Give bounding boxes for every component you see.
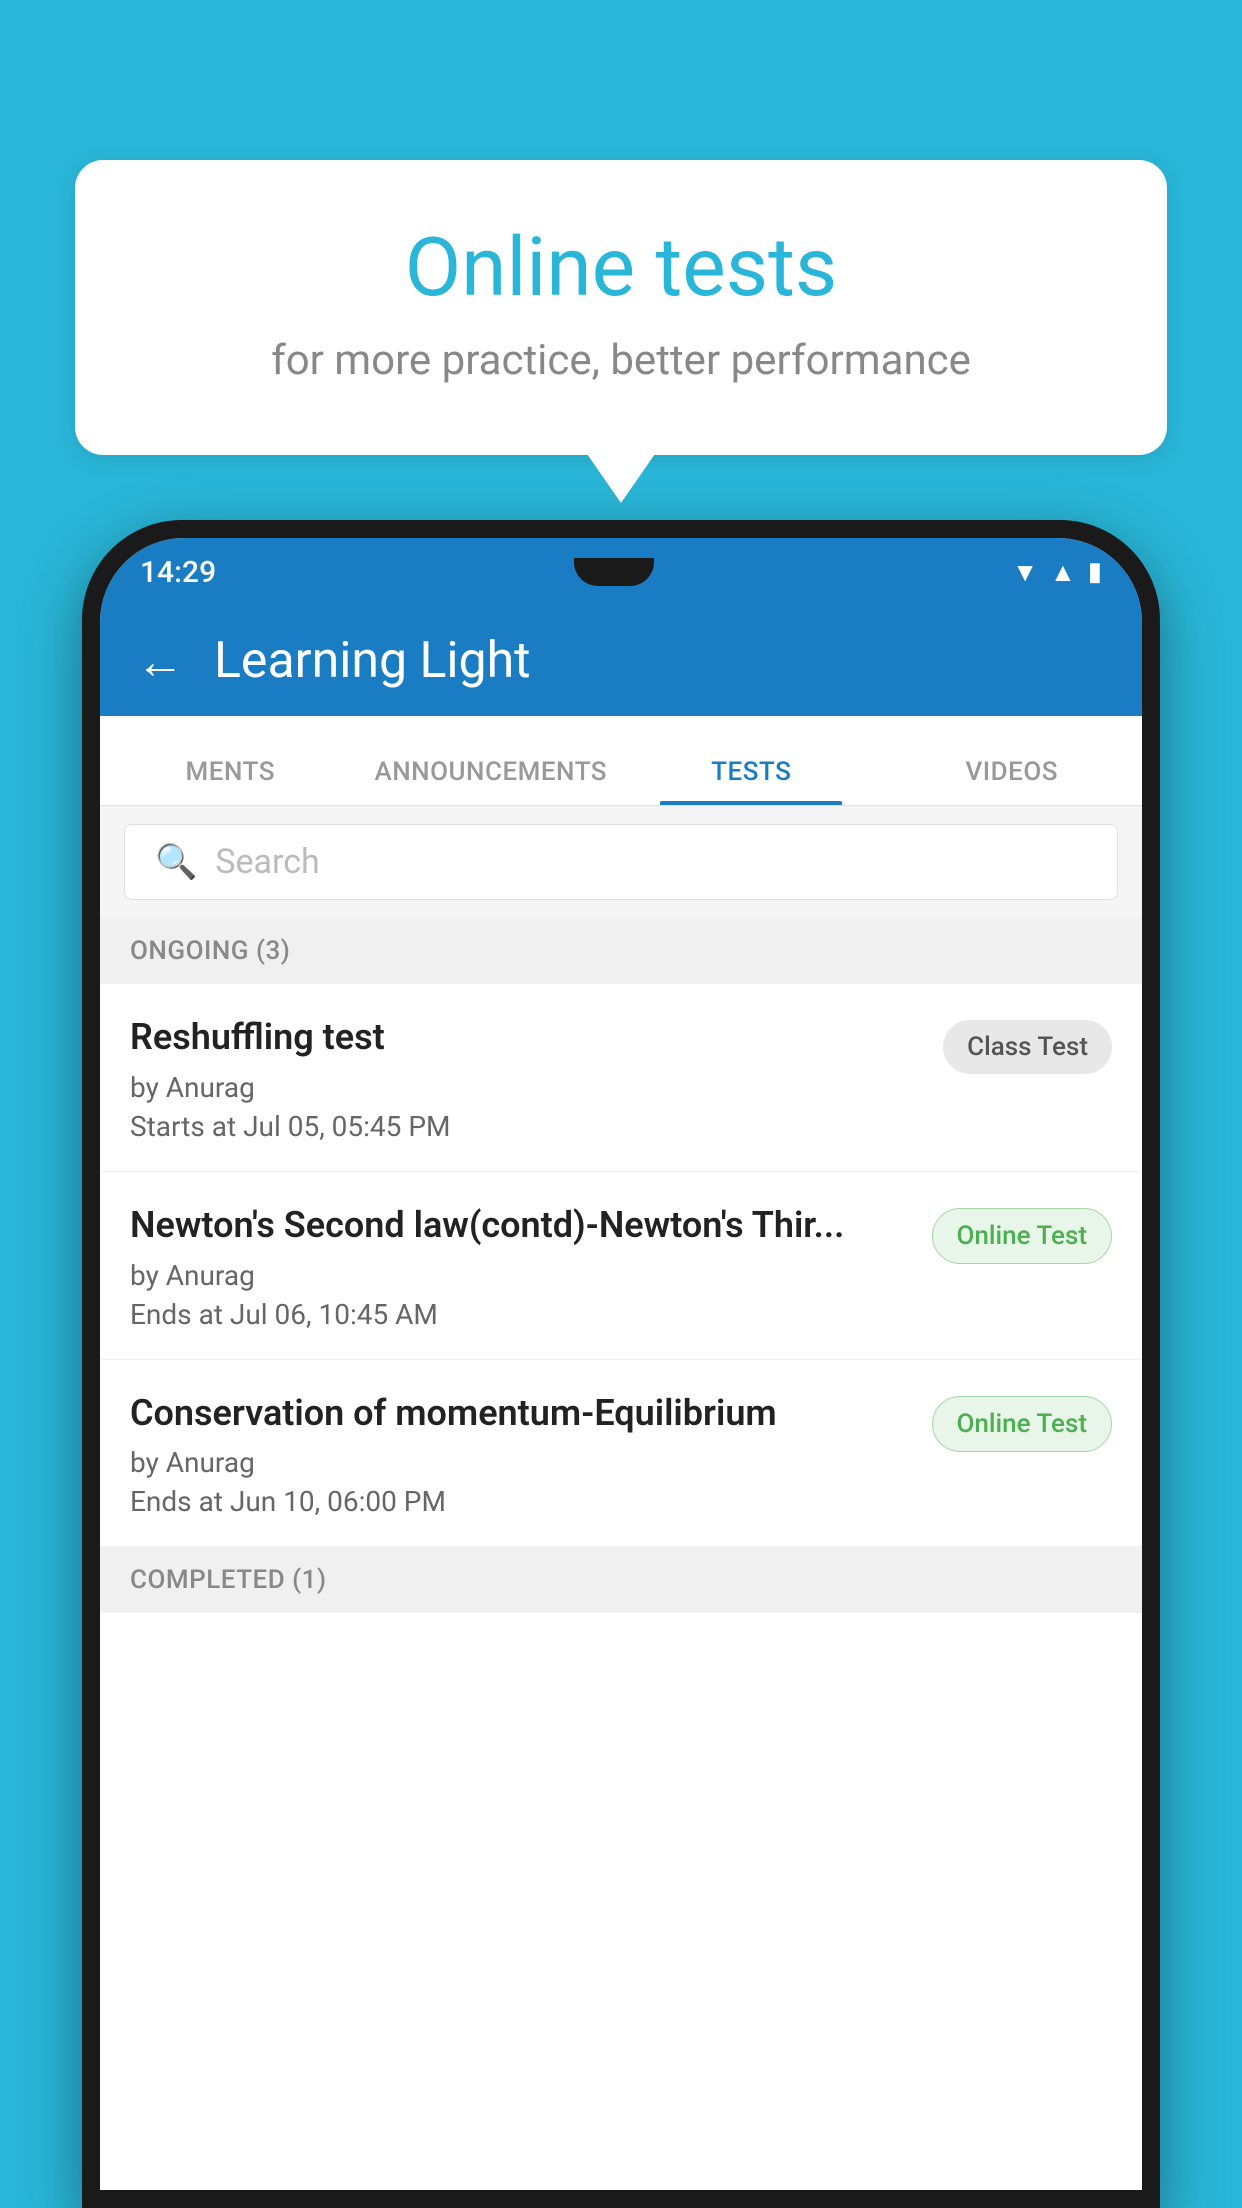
tab-bar: MENTS ANNOUNCEMENTS TESTS VIDEOS <box>100 716 1142 806</box>
test-item-3[interactable]: Conservation of momentum-Equilibrium by … <box>100 1360 1142 1548</box>
test-author-3: by Anurag <box>130 1446 912 1479</box>
test-author-1: by Anurag <box>130 1071 923 1104</box>
phone-inner: 14:29 ▼ ▲ ▮ ← Learning Light MENTS ANNOU… <box>100 538 1142 2190</box>
search-icon: 🔍 <box>155 842 197 882</box>
test-item-2[interactable]: Newton's Second law(contd)-Newton's Thir… <box>100 1172 1142 1360</box>
status-bar: 14:29 ▼ ▲ ▮ <box>100 538 1142 606</box>
search-bar[interactable]: 🔍 Search <box>124 824 1118 900</box>
test-author-2: by Anurag <box>130 1259 912 1292</box>
test-date-3: Ends at Jun 10, 06:00 PM <box>130 1485 912 1518</box>
search-container: 🔍 Search <box>100 806 1142 918</box>
top-bar: ← Learning Light <box>100 606 1142 716</box>
signal-icon: ▲ <box>1050 557 1076 588</box>
search-placeholder: Search <box>215 842 319 882</box>
top-bar-title: Learning Light <box>214 632 531 690</box>
speech-bubble: Online tests for more practice, better p… <box>75 160 1167 455</box>
speech-bubble-container: Online tests for more practice, better p… <box>75 160 1167 455</box>
test-title-2: Newton's Second law(contd)-Newton's Thir… <box>130 1202 912 1249</box>
notch <box>574 558 654 586</box>
status-icons: ▼ ▲ ▮ <box>1012 557 1102 588</box>
tab-ments[interactable]: MENTS <box>100 757 361 805</box>
tab-tests[interactable]: TESTS <box>621 757 882 805</box>
bubble-title: Online tests <box>155 220 1087 316</box>
test-info-3: Conservation of momentum-Equilibrium by … <box>130 1390 912 1519</box>
test-badge-3: Online Test <box>932 1396 1113 1452</box>
test-date-2: Ends at Jul 06, 10:45 AM <box>130 1298 912 1331</box>
tab-videos[interactable]: VIDEOS <box>882 757 1143 805</box>
test-item-1[interactable]: Reshuffling test by Anurag Starts at Jul… <box>100 984 1142 1172</box>
battery-icon: ▮ <box>1088 557 1102 587</box>
status-time: 14:29 <box>140 555 216 590</box>
test-badge-1: Class Test <box>943 1020 1112 1074</box>
test-title-1: Reshuffling test <box>130 1014 923 1061</box>
test-info-1: Reshuffling test by Anurag Starts at Jul… <box>130 1014 923 1143</box>
ongoing-section-header: ONGOING (3) <box>100 918 1142 984</box>
test-info-2: Newton's Second law(contd)-Newton's Thir… <box>130 1202 912 1331</box>
phone-frame: 14:29 ▼ ▲ ▮ ← Learning Light MENTS ANNOU… <box>82 520 1160 2208</box>
tab-announcements[interactable]: ANNOUNCEMENTS <box>361 757 622 805</box>
test-badge-2: Online Test <box>932 1208 1113 1264</box>
wifi-icon: ▼ <box>1012 557 1038 588</box>
completed-section-header: COMPLETED (1) <box>100 1547 1142 1613</box>
test-date-1: Starts at Jul 05, 05:45 PM <box>130 1110 923 1143</box>
back-button[interactable]: ← <box>136 633 184 690</box>
test-title-3: Conservation of momentum-Equilibrium <box>130 1390 912 1437</box>
tests-list: Reshuffling test by Anurag Starts at Jul… <box>100 984 1142 2190</box>
bubble-subtitle: for more practice, better performance <box>155 336 1087 385</box>
